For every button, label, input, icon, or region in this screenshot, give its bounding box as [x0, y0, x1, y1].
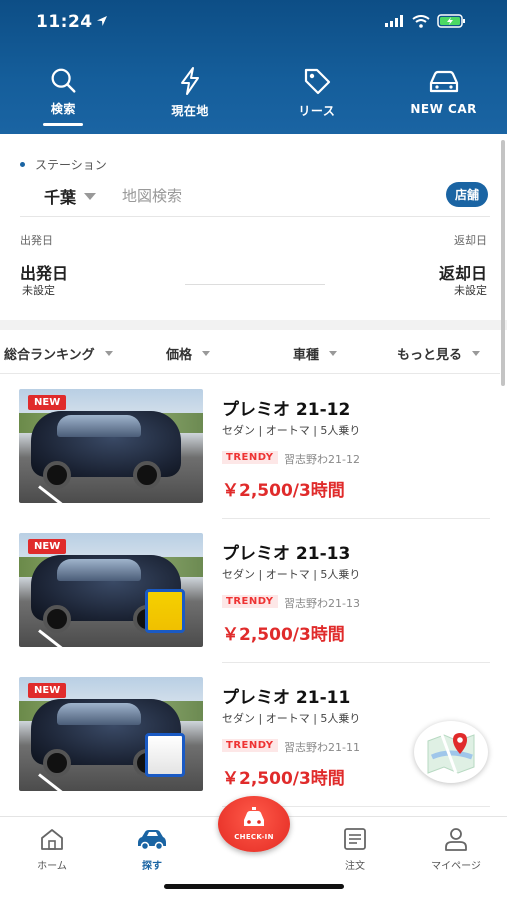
check-in-label: CHECK-IN	[234, 833, 274, 841]
top-tab-bar: 検索 現在地 リース NEW CAR	[0, 66, 507, 126]
tag-icon	[304, 68, 330, 95]
divider	[20, 216, 490, 217]
tab-label: リース	[298, 104, 336, 118]
nav-home[interactable]: ホーム	[12, 827, 92, 872]
new-badge: NEW	[28, 395, 67, 410]
status-icons	[385, 14, 467, 28]
car-price: ￥2,500/3時間	[222, 625, 345, 645]
status-time: 11:24	[36, 12, 93, 32]
status-bar: 11:24	[0, 10, 507, 36]
nav-explore[interactable]: 探す	[112, 827, 192, 872]
nav-my-page[interactable]: マイページ	[416, 827, 496, 872]
filter-price[interactable]: 価格	[166, 344, 211, 363]
chevron-down-icon	[472, 351, 481, 356]
return-date-picker[interactable]: 返却日	[439, 260, 487, 284]
station-label: ステーション	[20, 156, 107, 173]
search-panel: ステーション 千葉 地図検索 店舗 出発日 返却日 出発日 返却日 未設定 未設…	[0, 134, 500, 320]
car-name: プレミオ 21-12	[222, 400, 351, 420]
filter-label: 価格	[166, 348, 193, 363]
new-badge: NEW	[28, 683, 67, 698]
signal-icon	[385, 15, 403, 27]
car-photo: NEW	[19, 677, 203, 791]
car-photo: NEW	[19, 533, 203, 647]
car-name: プレミオ 21-13	[222, 544, 351, 564]
car-spec: セダン | オートマ | 5人乗り	[222, 424, 361, 437]
car-photo: NEW	[19, 389, 203, 503]
map-search-link[interactable]: 地図検索	[122, 185, 182, 206]
car-icon	[244, 807, 264, 826]
battery-icon	[437, 14, 465, 28]
tab-label: 現在地	[171, 104, 209, 118]
filter-label: もっと見る	[397, 348, 463, 363]
wifi-icon	[412, 14, 430, 28]
car-price: ￥2,500/3時間	[222, 769, 345, 789]
nav-label: 探す	[142, 861, 162, 872]
check-in-button[interactable]: CHECK-IN	[218, 796, 290, 852]
home-indicator[interactable]	[164, 884, 344, 889]
lightning-icon	[181, 67, 200, 95]
tab-current-location[interactable]: 現在地	[127, 66, 254, 126]
car-list-item[interactable]: NEW プレミオ 21-13 セダン | オートマ | 5人乗り TRENDY …	[0, 519, 500, 663]
chevron-down-icon	[84, 192, 97, 200]
chevron-down-icon	[104, 351, 113, 356]
car-spec: セダン | オートマ | 5人乗り	[222, 568, 361, 581]
car-plate: 習志野わ21-12	[284, 453, 360, 466]
order-icon	[344, 828, 366, 850]
tab-label: 検索	[50, 102, 76, 117]
trendy-tag: TRENDY	[222, 595, 278, 608]
filter-label: 車種	[293, 348, 320, 363]
tab-lease[interactable]: リース	[254, 66, 381, 126]
bullet-dot	[20, 162, 25, 167]
map-pin-icon	[427, 733, 475, 774]
tab-label: NEW CAR	[410, 102, 477, 116]
filter-label: 総合ランキング	[4, 348, 95, 363]
trendy-tag: TRENDY	[222, 739, 278, 752]
city-selector[interactable]: 千葉	[44, 184, 97, 208]
new-badge: NEW	[28, 539, 67, 554]
car-icon	[138, 830, 166, 851]
tab-new-car[interactable]: NEW CAR	[380, 66, 507, 126]
section-gap	[0, 320, 507, 330]
nav-label: ホーム	[37, 861, 67, 872]
car-icon	[429, 70, 458, 93]
departure-date-picker[interactable]: 出発日	[20, 260, 68, 284]
search-icon	[51, 68, 76, 93]
station-label-text: ステーション	[35, 158, 107, 172]
filter-bar: 総合ランキング 価格 車種 もっと見る	[0, 330, 500, 374]
home-icon	[41, 829, 63, 850]
car-name: プレミオ 21-11	[222, 688, 351, 708]
nav-label: マイページ	[431, 861, 481, 872]
nav-label: 注文	[345, 861, 365, 872]
car-price: ￥2,500/3時間	[222, 481, 345, 501]
chevron-down-icon	[329, 351, 338, 356]
city-name: 千葉	[44, 188, 77, 207]
map-view-button[interactable]	[414, 721, 488, 783]
car-list-item[interactable]: NEW プレミオ 21-12 セダン | オートマ | 5人乗り TRENDY …	[0, 375, 500, 519]
car-plate: 習志野わ21-11	[284, 741, 360, 754]
tab-search[interactable]: 検索	[0, 66, 127, 126]
return-label: 返却日	[454, 234, 487, 247]
nav-order[interactable]: 注文	[315, 827, 395, 872]
date-range-line	[185, 284, 325, 285]
app-header: 11:24 検索 現在地 リース NEW CAR	[0, 0, 507, 134]
chevron-down-icon	[202, 351, 211, 356]
filter-car-type[interactable]: 車種	[293, 344, 338, 363]
person-icon	[445, 828, 467, 851]
departure-unset: 未設定	[22, 284, 55, 297]
store-button[interactable]: 店舗	[445, 182, 488, 207]
location-arrow-icon	[97, 16, 107, 26]
car-plate: 習志野わ21-13	[284, 597, 360, 610]
departure-label: 出発日	[20, 234, 53, 247]
return-unset: 未設定	[454, 284, 487, 297]
car-spec: セダン | オートマ | 5人乗り	[222, 712, 361, 725]
filter-ranking[interactable]: 総合ランキング	[4, 344, 113, 363]
scrollbar[interactable]	[501, 140, 505, 386]
trendy-tag: TRENDY	[222, 451, 278, 464]
filter-more[interactable]: もっと見る	[397, 344, 481, 363]
